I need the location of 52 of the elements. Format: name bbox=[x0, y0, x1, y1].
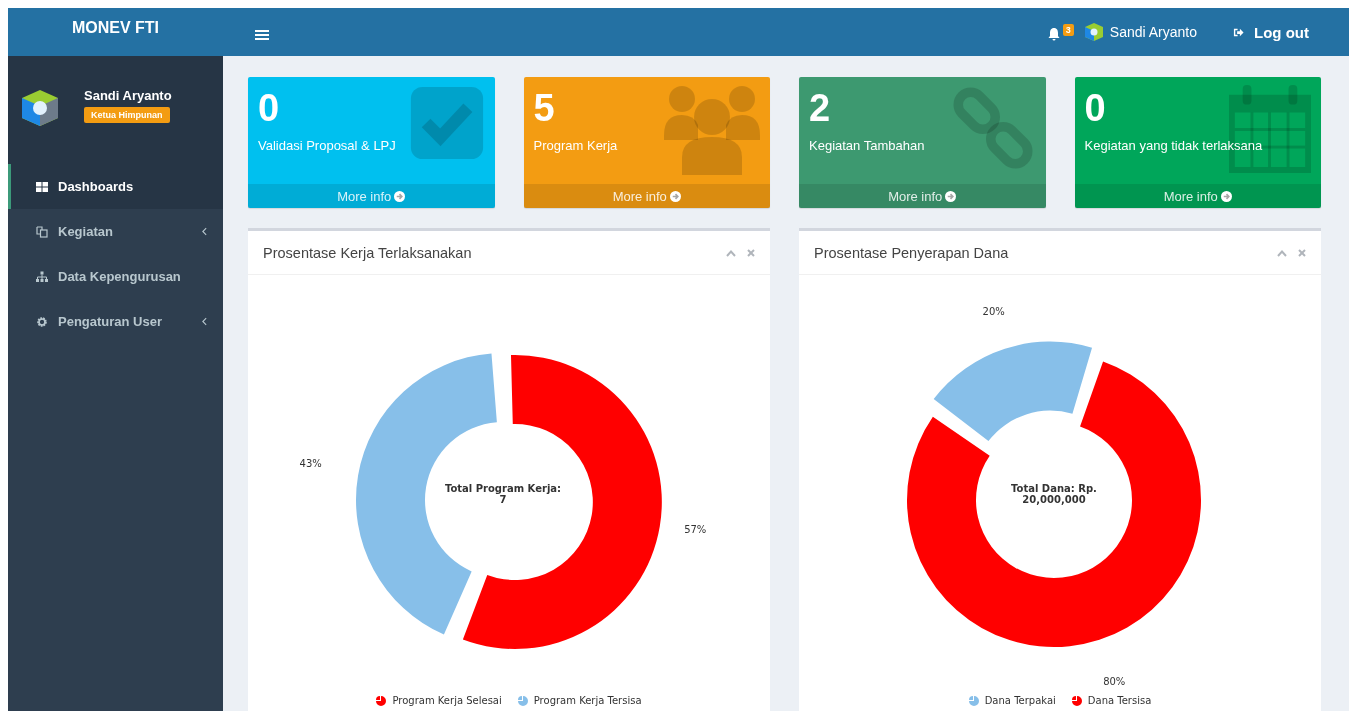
stat-label: Validasi Proposal & LPJ bbox=[258, 138, 396, 153]
sidebar-item[interactable]: Data Kepengurusan bbox=[8, 254, 223, 299]
settings-icon bbox=[36, 315, 48, 328]
stat-label: Kegiatan Tambahan bbox=[809, 138, 925, 153]
users-icon bbox=[664, 85, 760, 175]
collapse-icon[interactable] bbox=[1277, 248, 1287, 257]
legend-item[interactable]: Program Kerja Tersisa bbox=[517, 695, 642, 706]
more-info-link[interactable]: More info bbox=[799, 184, 1046, 208]
user-name: Sandi Aryanto bbox=[84, 88, 172, 103]
arrow-circle-icon bbox=[1220, 190, 1232, 202]
copy-icon bbox=[36, 225, 48, 238]
panel-title: Prosentase Penyerapan Dana bbox=[814, 244, 1010, 261]
percent-label: 43% bbox=[299, 458, 322, 470]
legend-item[interactable]: Dana Tersisa bbox=[1071, 695, 1152, 706]
close-icon[interactable] bbox=[1298, 248, 1306, 257]
stat-value: 0 bbox=[258, 87, 281, 130]
legend-item[interactable]: Program Kerja Selesai bbox=[376, 695, 502, 706]
logout-button[interactable]: Log out bbox=[1233, 23, 1309, 41]
stat-label: Kegiatan yang tidak terlaksana bbox=[1084, 138, 1263, 153]
arrow-circle-icon bbox=[945, 190, 957, 202]
chevron-left-icon bbox=[202, 317, 207, 326]
avatar-icon bbox=[1083, 22, 1104, 42]
stat-value: 0 bbox=[1084, 87, 1107, 130]
user-name[interactable]: Sandi Aryanto bbox=[1109, 24, 1197, 40]
stat-label: Program Kerja bbox=[533, 138, 618, 153]
center-label: Total Dana: Rp. 20,000,000 bbox=[1010, 483, 1098, 505]
avatar-icon bbox=[20, 88, 60, 128]
sidebar-item[interactable]: Dashboards bbox=[8, 164, 223, 209]
legend-item[interactable]: Dana Terpakai bbox=[968, 695, 1056, 706]
close-icon[interactable] bbox=[747, 248, 755, 257]
stat-value: 5 bbox=[533, 87, 556, 130]
collapse-icon[interactable] bbox=[726, 248, 736, 257]
chevron-left-icon bbox=[202, 227, 207, 236]
grid-icon bbox=[36, 180, 48, 193]
checkbox-icon bbox=[408, 85, 485, 161]
bell-icon[interactable] bbox=[1046, 26, 1061, 41]
more-info-link[interactable]: More info bbox=[1074, 184, 1321, 208]
role-badge: Ketua Himpunan bbox=[84, 107, 170, 123]
center-label: Total Program Kerja: 7 bbox=[443, 483, 563, 505]
arrow-circle-icon bbox=[669, 190, 681, 202]
notification-badge: 3 bbox=[1062, 23, 1074, 36]
sidebar-item[interactable]: Kegiatan bbox=[8, 209, 223, 254]
percent-label: 20% bbox=[982, 305, 1005, 317]
logout-icon bbox=[1233, 26, 1244, 38]
arrow-circle-icon bbox=[394, 190, 406, 202]
menu-icon[interactable] bbox=[255, 29, 269, 41]
sitemap-icon bbox=[36, 270, 48, 283]
panel-title: Prosentase Kerja Terlaksanakan bbox=[263, 244, 473, 261]
sidebar-item[interactable]: Pengaturan User bbox=[8, 299, 223, 344]
percent-label: 57% bbox=[684, 523, 707, 535]
percent-label: 80% bbox=[1103, 676, 1126, 688]
stat-value: 2 bbox=[809, 87, 832, 130]
